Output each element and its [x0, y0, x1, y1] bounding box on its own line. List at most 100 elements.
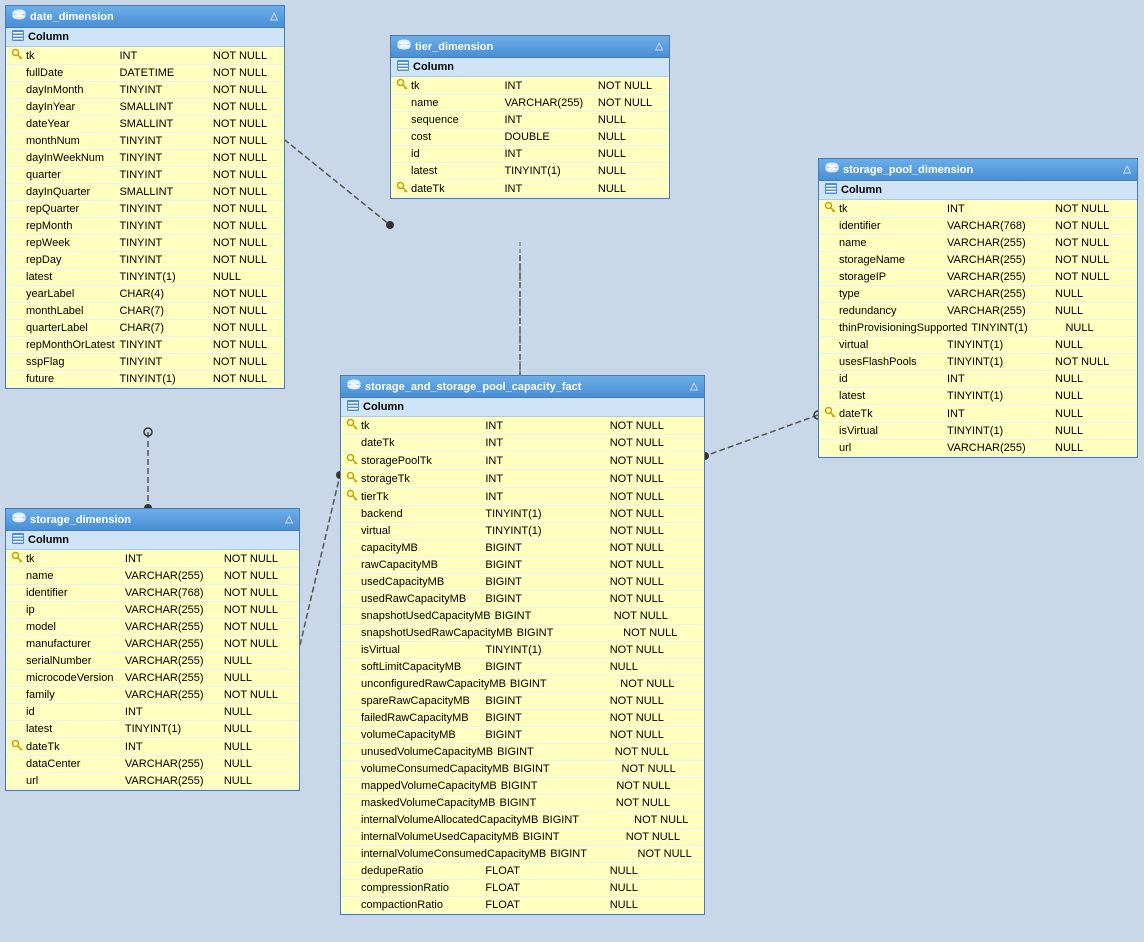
table-row: quarterLabelCHAR(7)NOT NULL: [6, 320, 284, 337]
column-header: Column: [6, 531, 299, 550]
column-name: snapshotUsedCapacityMB: [361, 610, 491, 622]
table-row: costDOUBLENULL: [391, 129, 669, 146]
column-type: TINYINT(1): [115, 373, 208, 385]
table-row: isVirtualTINYINT(1)NULL: [819, 423, 1137, 440]
table-row: tkINTNOT NULL: [6, 47, 284, 65]
column-name: type: [839, 288, 943, 300]
column-nullable: NOT NULL: [619, 627, 700, 639]
table-row: internalVolumeUsedCapacityMBBIGINTNOT NU…: [341, 829, 704, 846]
table-row: modelVARCHAR(255)NOT NULL: [6, 619, 299, 636]
table-header-storage_pool_dimension[interactable]: storage_pool_dimension△: [819, 159, 1137, 181]
resize-icon[interactable]: △: [270, 11, 278, 22]
column-type: INT: [115, 50, 208, 62]
database-icon: [397, 39, 411, 54]
column-nullable: NOT NULL: [209, 203, 280, 215]
table-header-date_dimension[interactable]: date_dimension△: [6, 6, 284, 28]
table-row: tierTkINTNOT NULL: [341, 488, 704, 506]
table-row: virtualTINYINT(1)NULL: [819, 337, 1137, 354]
column-name: repMonthOrLatest: [26, 339, 115, 351]
column-header-icon: [825, 183, 837, 197]
table-row: compactionRatioFLOATNULL: [341, 897, 704, 914]
table-row: virtualTINYINT(1)NOT NULL: [341, 523, 704, 540]
column-nullable: NULL: [606, 865, 700, 877]
table-date_dimension: date_dimension△ColumntkINTNOT NULLfullDa…: [5, 5, 285, 389]
column-header-icon: [397, 60, 409, 74]
column-nullable: NOT NULL: [612, 780, 700, 792]
column-type: DATETIME: [115, 67, 208, 79]
table-row: tkINTNOT NULL: [341, 417, 704, 435]
column-nullable: NULL: [1051, 442, 1133, 454]
table-header-storage_and_storage_pool_capacity_fact[interactable]: storage_and_storage_pool_capacity_fact△: [341, 376, 704, 398]
column-nullable: NULL: [606, 899, 700, 911]
column-name: monthNum: [26, 135, 115, 147]
column-type: TINYINT(1): [943, 339, 1051, 351]
table-row: idINTNULL: [6, 704, 299, 721]
table-row: dateTkINTNOT NULL: [341, 435, 704, 452]
column-header-label: Column: [28, 534, 69, 546]
table-row: unconfiguredRawCapacityMBBIGINTNOT NULL: [341, 676, 704, 693]
resize-icon[interactable]: △: [1123, 164, 1131, 175]
table-row: latestTINYINT(1)NULL: [6, 721, 299, 738]
column-type: VARCHAR(255): [121, 604, 220, 616]
column-nullable: NOT NULL: [634, 848, 700, 860]
table-row: ipVARCHAR(255)NOT NULL: [6, 602, 299, 619]
table-row: spareRawCapacityMBBIGINTNOT NULL: [341, 693, 704, 710]
column-type: SMALLINT: [115, 101, 208, 113]
column-nullable: NOT NULL: [606, 437, 700, 449]
resize-icon[interactable]: △: [285, 514, 293, 525]
column-type: INT: [500, 80, 593, 92]
column-name: dateTk: [839, 408, 943, 420]
column-name: repQuarter: [26, 203, 115, 215]
table-row: usesFlashPoolsTINYINT(1)NOT NULL: [819, 354, 1137, 371]
column-nullable: NOT NULL: [606, 644, 700, 656]
column-name: internalVolumeAllocatedCapacityMB: [361, 814, 538, 826]
table-row: sspFlagTINYINTNOT NULL: [6, 354, 284, 371]
column-nullable: NOT NULL: [606, 508, 700, 520]
column-type: FLOAT: [481, 882, 605, 894]
table-row: dateYearSMALLINTNOT NULL: [6, 116, 284, 133]
column-type: INT: [943, 408, 1051, 420]
column-name: failedRawCapacityMB: [361, 712, 481, 724]
column-header: Column: [6, 28, 284, 47]
table-row: latestTINYINT(1)NULL: [819, 388, 1137, 405]
table-header-storage_dimension[interactable]: storage_dimension △: [6, 509, 299, 531]
column-nullable: NOT NULL: [209, 305, 280, 317]
column-nullable: NULL: [1051, 408, 1133, 420]
table-row: latestTINYINT(1)NULL: [6, 269, 284, 286]
column-header-icon: [347, 400, 359, 414]
column-nullable: NOT NULL: [616, 678, 700, 690]
table-row: dateTkINTNULL: [6, 738, 299, 756]
column-type: INT: [121, 706, 220, 718]
column-nullable: NOT NULL: [606, 695, 700, 707]
column-name: name: [839, 237, 943, 249]
column-nullable: NOT NULL: [209, 339, 280, 351]
primary-key-icon: [395, 78, 409, 93]
column-type: BIGINT: [538, 814, 630, 826]
resize-icon[interactable]: △: [655, 41, 663, 52]
column-nullable: NULL: [220, 723, 295, 735]
column-header: Column: [819, 181, 1137, 200]
column-type: BIGINT: [491, 610, 610, 622]
column-name: maskedVolumeCapacityMB: [361, 797, 496, 809]
column-name: dateTk: [361, 437, 481, 449]
column-name: name: [26, 570, 121, 582]
column-name: unusedVolumeCapacityMB: [361, 746, 493, 758]
table-title: storage_dimension: [30, 514, 131, 526]
table-tier_dimension: tier_dimension△ColumntkINTNOT NULLnameVA…: [390, 35, 670, 199]
column-nullable: NOT NULL: [209, 220, 280, 232]
column-name: url: [839, 442, 943, 454]
column-name: family: [26, 689, 121, 701]
table-storage_and_storage_pool_capacity_fact: storage_and_storage_pool_capacity_fact△C…: [340, 375, 705, 915]
column-nullable: NOT NULL: [209, 356, 280, 368]
table-header-tier_dimension[interactable]: tier_dimension△: [391, 36, 669, 58]
column-name: dayInMonth: [26, 84, 115, 96]
resize-icon[interactable]: △: [690, 381, 698, 392]
column-header-label: Column: [413, 61, 454, 73]
column-type: TINYINT(1): [121, 723, 220, 735]
column-name: internalVolumeUsedCapacityMB: [361, 831, 519, 843]
column-type: DOUBLE: [500, 131, 593, 143]
table-row: idINTNULL: [819, 371, 1137, 388]
column-type: TINYINT(1): [481, 644, 605, 656]
column-type: VARCHAR(255): [121, 570, 220, 582]
column-nullable: NULL: [594, 183, 665, 195]
